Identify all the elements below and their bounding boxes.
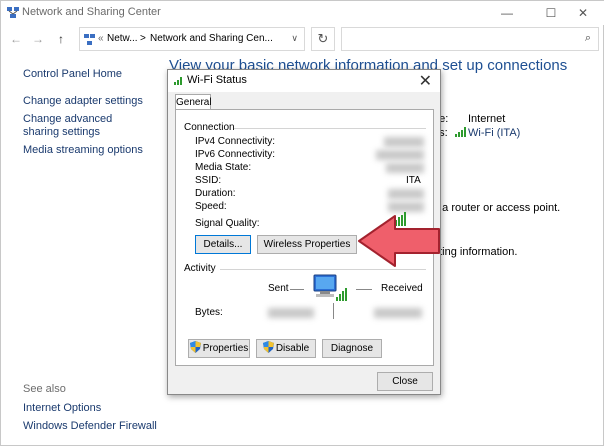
wifi-status-icon xyxy=(174,77,182,85)
dialog-close-button[interactable]: Close xyxy=(377,372,433,391)
forward-button[interactable]: → xyxy=(30,30,46,48)
connection-heading: Connection xyxy=(184,122,235,133)
duration-label: Duration: xyxy=(195,188,236,199)
sidebar-item-control-panel-home[interactable]: Control Panel Home xyxy=(23,68,122,81)
disable-label: Disable xyxy=(275,343,310,354)
ipv6-label: IPv6 Connectivity: xyxy=(195,149,276,160)
uac-shield-icon xyxy=(262,341,274,353)
ssid-value: ITA xyxy=(406,175,421,186)
access-type-value: Internet xyxy=(468,113,506,125)
navigation-bar: ← → ↑ « Netw... > Network and Sharing Ce… xyxy=(1,25,604,53)
speed-label: Speed: xyxy=(195,201,227,212)
wifi-signal-icon xyxy=(455,127,466,137)
bytes-sent-redacted xyxy=(268,308,314,318)
duration-value-redacted xyxy=(388,189,424,199)
media-state-value-redacted xyxy=(386,163,424,173)
sidebar-item-media-streaming[interactable]: Media streaming options xyxy=(23,144,143,157)
window-title: Network and Sharing Center xyxy=(22,6,161,18)
troubleshoot-text[interactable]: oting information. xyxy=(433,246,517,258)
bytes-label: Bytes: xyxy=(195,307,223,318)
search-input[interactable]: ⌕ xyxy=(341,27,599,51)
ipv4-label: IPv4 Connectivity: xyxy=(195,136,276,147)
router-setup-text[interactable]: p a router or access point. xyxy=(433,202,560,214)
sidebar-item-change-advanced-sharing[interactable]: Change advanced sharing settings xyxy=(23,113,133,139)
search-icon[interactable]: ⌕ xyxy=(585,32,591,45)
red-pointer-arrow-icon xyxy=(358,215,440,267)
breadcrumb-separator: > xyxy=(140,33,146,44)
address-bar[interactable]: « Netw... > Network and Sharing Cen... ∨ xyxy=(79,27,305,51)
close-button[interactable]: ✕ xyxy=(561,1,604,25)
bytes-received-redacted xyxy=(374,308,422,318)
breadcrumb-network[interactable]: Netw... xyxy=(107,33,138,44)
sidebar-item-internet-options[interactable]: Internet Options xyxy=(23,402,101,415)
uac-shield-icon xyxy=(189,341,201,353)
disable-button[interactable]: Disable xyxy=(256,339,316,358)
signal-quality-label: Signal Quality: xyxy=(195,218,260,229)
refresh-button[interactable]: ↻ xyxy=(311,27,335,51)
media-state-label: Media State: xyxy=(195,162,252,173)
up-button[interactable]: ↑ xyxy=(53,30,69,48)
sidebar-item-defender-firewall[interactable]: Windows Defender Firewall xyxy=(23,420,157,433)
dialog-title: Wi-Fi Status xyxy=(187,74,247,86)
title-bar: Network and Sharing Center — ☐ ✕ xyxy=(1,1,604,25)
sent-line xyxy=(290,289,304,290)
ipv6-value-redacted xyxy=(376,150,424,160)
received-line xyxy=(356,289,372,290)
activity-divider xyxy=(220,269,426,270)
speed-value-redacted xyxy=(388,202,424,212)
address-dropdown-icon[interactable]: ∨ xyxy=(291,33,298,44)
sidebar-item-change-adapter-settings[interactable]: Change adapter settings xyxy=(23,95,143,108)
activity-heading: Activity xyxy=(184,263,216,274)
minimize-button[interactable]: — xyxy=(485,1,529,25)
wireless-properties-button[interactable]: Wireless Properties xyxy=(257,235,357,254)
network-sharing-center-window: Network and Sharing Center — ☐ ✕ ← → ↑ «… xyxy=(0,0,604,446)
properties-button[interactable]: Properties xyxy=(188,339,250,358)
ipv4-value-redacted xyxy=(384,137,424,147)
network-computer-icon xyxy=(313,274,347,301)
diagnose-button[interactable]: Diagnose xyxy=(322,339,382,358)
network-center-icon xyxy=(7,7,19,18)
see-also-heading: See also xyxy=(23,383,66,395)
back-button[interactable]: ← xyxy=(8,30,24,48)
sent-label: Sent xyxy=(268,283,289,294)
tab-general[interactable]: General xyxy=(175,94,212,110)
properties-label: Properties xyxy=(202,343,249,354)
breadcrumb-network-sharing[interactable]: Network and Sharing Cen... xyxy=(150,33,273,44)
breadcrumb-overflow[interactable]: « xyxy=(98,33,104,44)
dialog-title-bar: Wi-Fi Status ✕ xyxy=(168,70,440,92)
ssid-label: SSID: xyxy=(195,175,222,186)
bytes-divider xyxy=(333,303,334,319)
received-label: Received xyxy=(381,283,423,294)
wifi-connection-link[interactable]: Wi-Fi (ITA) xyxy=(468,127,520,139)
details-button[interactable]: Details... xyxy=(195,235,251,254)
control-panel-icon xyxy=(84,34,95,45)
dialog-close-icon[interactable]: ✕ xyxy=(419,71,432,91)
connection-divider xyxy=(234,128,426,129)
